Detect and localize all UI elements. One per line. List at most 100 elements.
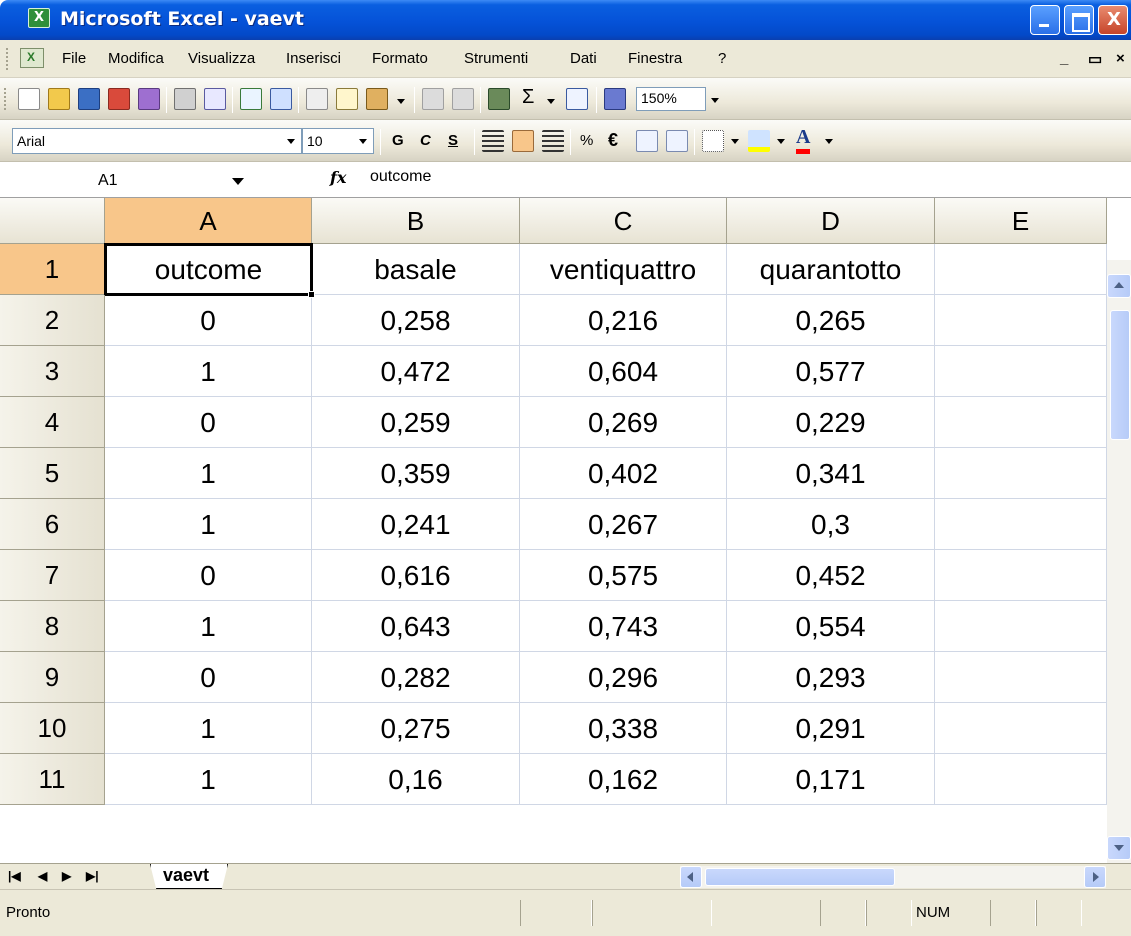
restore-doc-icon[interactable]: ▭ — [1088, 50, 1102, 68]
menu-help[interactable]: ? — [718, 50, 726, 67]
font-color-icon[interactable]: A — [796, 126, 811, 154]
cell-e1[interactable] — [935, 244, 1107, 295]
cell-a9[interactable]: 0 — [105, 652, 312, 703]
borders-icon[interactable] — [702, 130, 724, 152]
cell-d7[interactable]: 0,452 — [727, 550, 935, 601]
cell-a3[interactable]: 1 — [105, 346, 312, 397]
minimize-doc-icon[interactable]: _ — [1060, 50, 1068, 67]
cell-e7[interactable] — [935, 550, 1107, 601]
font-name-box[interactable]: Arial — [12, 128, 302, 154]
name-box[interactable]: A1 — [0, 166, 265, 194]
cell-e8[interactable] — [935, 601, 1107, 652]
cell-b2[interactable]: 0,258 — [312, 295, 520, 346]
menu-dati[interactable]: Dati — [570, 50, 597, 67]
print-icon[interactable] — [174, 88, 196, 110]
copy-icon[interactable] — [336, 88, 358, 110]
print-preview-icon[interactable] — [204, 88, 226, 110]
row-header-9[interactable]: 9 — [0, 652, 105, 703]
cell-a7[interactable]: 0 — [105, 550, 312, 601]
minimize-button[interactable] — [1030, 5, 1060, 35]
fill-color-dropdown-icon[interactable] — [772, 128, 790, 154]
row-header-1[interactable]: 1 — [0, 244, 105, 295]
first-sheet-icon[interactable]: |◀ — [8, 869, 21, 883]
maximize-button[interactable] — [1064, 5, 1094, 35]
cell-b1[interactable]: basale — [312, 244, 520, 295]
sheet-tab-vaevt[interactable]: vaevt — [150, 864, 229, 889]
cell-d5[interactable]: 0,341 — [727, 448, 935, 499]
cell-c4[interactable]: 0,269 — [520, 397, 727, 448]
sort-ascending-icon[interactable] — [566, 88, 588, 110]
cell-d3[interactable]: 0,577 — [727, 346, 935, 397]
cell-e2[interactable] — [935, 295, 1107, 346]
column-header-b[interactable]: B — [312, 198, 520, 244]
paste-dropdown-icon[interactable] — [396, 88, 408, 110]
cell-b11[interactable]: 0,16 — [312, 754, 520, 805]
cell-a2[interactable]: 0 — [105, 295, 312, 346]
column-header-a[interactable]: A — [105, 198, 312, 244]
cell-e4[interactable] — [935, 397, 1107, 448]
column-header-e[interactable]: E — [935, 198, 1107, 244]
cell-d9[interactable]: 0,293 — [727, 652, 935, 703]
cell-c7[interactable]: 0,575 — [520, 550, 727, 601]
align-center-icon[interactable] — [512, 130, 534, 152]
font-dropdown-icon[interactable] — [282, 128, 300, 154]
menu-file[interactable]: File — [62, 50, 86, 67]
zoom-dropdown-icon[interactable] — [706, 87, 724, 113]
menu-modifica[interactable]: Modifica — [108, 50, 164, 67]
autosum-dropdown-icon[interactable] — [546, 88, 558, 110]
font-color-dropdown-icon[interactable] — [820, 128, 838, 154]
chart-wizard-icon[interactable] — [604, 88, 626, 110]
scroll-down-icon[interactable] — [1107, 836, 1131, 860]
align-right-icon[interactable] — [542, 130, 564, 152]
cell-c3[interactable]: 0,604 — [520, 346, 727, 397]
menu-strumenti[interactable]: Strumenti — [464, 50, 528, 67]
cell-c11[interactable]: 0,162 — [520, 754, 727, 805]
last-sheet-icon[interactable]: ▶| — [86, 869, 99, 883]
cell-b10[interactable]: 0,275 — [312, 703, 520, 754]
row-header-11[interactable]: 11 — [0, 754, 105, 805]
underline-button[interactable]: S — [448, 132, 458, 149]
cell-c2[interactable]: 0,216 — [520, 295, 727, 346]
cell-c5[interactable]: 0,402 — [520, 448, 727, 499]
cell-d6[interactable]: 0,3 — [727, 499, 935, 550]
save-icon[interactable] — [78, 88, 100, 110]
cell-d1[interactable]: quarantotto — [727, 244, 935, 295]
scroll-left-icon[interactable] — [680, 866, 702, 888]
autosum-icon[interactable]: Σ — [522, 86, 534, 109]
excel-icon[interactable] — [28, 8, 50, 28]
row-header-2[interactable]: 2 — [0, 295, 105, 346]
research-icon[interactable] — [270, 88, 292, 110]
next-sheet-icon[interactable]: ▶ — [62, 869, 71, 883]
row-header-8[interactable]: 8 — [0, 601, 105, 652]
cell-d11[interactable]: 0,171 — [727, 754, 935, 805]
cell-b5[interactable]: 0,359 — [312, 448, 520, 499]
cell-b3[interactable]: 0,472 — [312, 346, 520, 397]
email-icon[interactable] — [138, 88, 160, 110]
italic-button[interactable]: C — [420, 132, 431, 149]
increase-decimal-icon[interactable] — [636, 130, 658, 152]
permission-icon[interactable] — [108, 88, 130, 110]
cell-e5[interactable] — [935, 448, 1107, 499]
close-button[interactable] — [1098, 5, 1128, 35]
cell-a5[interactable]: 1 — [105, 448, 312, 499]
workbook-icon[interactable] — [20, 48, 44, 68]
cell-c8[interactable]: 0,743 — [520, 601, 727, 652]
align-left-icon[interactable] — [482, 130, 504, 152]
borders-dropdown-icon[interactable] — [726, 128, 744, 154]
row-header-3[interactable]: 3 — [0, 346, 105, 397]
cell-a4[interactable]: 0 — [105, 397, 312, 448]
scroll-up-icon[interactable] — [1107, 274, 1131, 298]
cell-b8[interactable]: 0,643 — [312, 601, 520, 652]
cell-e6[interactable] — [935, 499, 1107, 550]
row-header-5[interactable]: 5 — [0, 448, 105, 499]
cell-c9[interactable]: 0,296 — [520, 652, 727, 703]
grip-handle[interactable] — [6, 48, 10, 70]
menu-finestra[interactable]: Finestra — [628, 50, 682, 67]
grip-handle[interactable] — [4, 88, 8, 110]
column-header-c[interactable]: C — [520, 198, 727, 244]
menu-visualizza[interactable]: Visualizza — [188, 50, 255, 67]
close-doc-icon[interactable]: × — [1116, 50, 1125, 67]
scroll-right-icon[interactable] — [1084, 866, 1106, 888]
select-all-corner[interactable] — [0, 198, 105, 244]
spreadsheet-grid[interactable]: A B C D E 1 outcome basale ventiquattro quarantot… — [0, 198, 1107, 863]
